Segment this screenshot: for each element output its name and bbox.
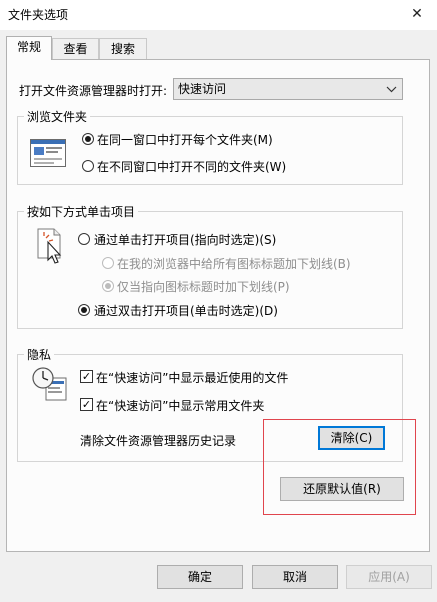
- clear-history-label: 清除文件资源管理器历史记录: [80, 434, 237, 448]
- privacy-clock-icon: [32, 366, 68, 405]
- open-with-value: 快速访问: [178, 82, 227, 96]
- radio-same-window[interactable]: [82, 133, 94, 145]
- click-items-legend: 按如下方式单击项目: [24, 203, 139, 220]
- tab-general[interactable]: 常规: [6, 36, 52, 60]
- chevron-down-icon: [386, 79, 397, 107]
- restore-defaults-button[interactable]: 还原默认值(R): [280, 477, 404, 501]
- same-window-label[interactable]: 在同一窗口中打开每个文件夹(M): [97, 131, 273, 148]
- recent-files-label[interactable]: 在“快速访问”中显示最近使用的文件: [96, 369, 288, 386]
- cancel-button[interactable]: 取消: [252, 565, 338, 589]
- radio-single-click[interactable]: [78, 233, 90, 245]
- double-click-label[interactable]: 通过双击打开项目(单击时选定)(D): [94, 302, 278, 319]
- open-with-dropdown[interactable]: 快速访问: [173, 78, 403, 100]
- browse-folders-illustration-icon: [30, 139, 66, 170]
- checkbox-recent-files[interactable]: ✓: [80, 370, 93, 383]
- close-icon[interactable]: ✕: [405, 2, 429, 26]
- radio-double-click[interactable]: [78, 304, 90, 316]
- browse-folders-legend: 浏览文件夹: [24, 108, 91, 125]
- frequent-folders-label[interactable]: 在“快速访问”中显示常用文件夹: [96, 397, 264, 414]
- clear-button[interactable]: 清除(C): [318, 426, 385, 450]
- apply-button[interactable]: 应用(A): [346, 565, 432, 589]
- open-with-label: 打开文件资源管理器时打开:: [19, 84, 168, 98]
- new-window-label[interactable]: 在不同窗口中打开不同的文件夹(W): [97, 158, 286, 175]
- radio-underline-always[interactable]: [102, 257, 114, 269]
- ok-button[interactable]: 确定: [157, 565, 243, 589]
- underline-always-label[interactable]: 在我的浏览器中给所有图标标题加下划线(B): [117, 255, 351, 272]
- title-bar: 文件夹选项 ✕: [0, 0, 437, 30]
- click-items-illustration-icon: [36, 228, 66, 267]
- checkbox-frequent-folders[interactable]: ✓: [80, 398, 93, 411]
- window-title: 文件夹选项: [8, 8, 69, 22]
- tab-view[interactable]: 查看: [52, 38, 99, 59]
- single-click-label[interactable]: 通过单击打开项目(指向时选定)(S): [94, 231, 276, 248]
- tab-search[interactable]: 搜索: [99, 38, 147, 59]
- privacy-legend: 隐私: [24, 346, 55, 363]
- underline-hover-label[interactable]: 仅当指向图标标题时加下划线(P): [117, 278, 290, 295]
- radio-underline-hover[interactable]: [102, 280, 114, 292]
- radio-new-window[interactable]: [82, 160, 94, 172]
